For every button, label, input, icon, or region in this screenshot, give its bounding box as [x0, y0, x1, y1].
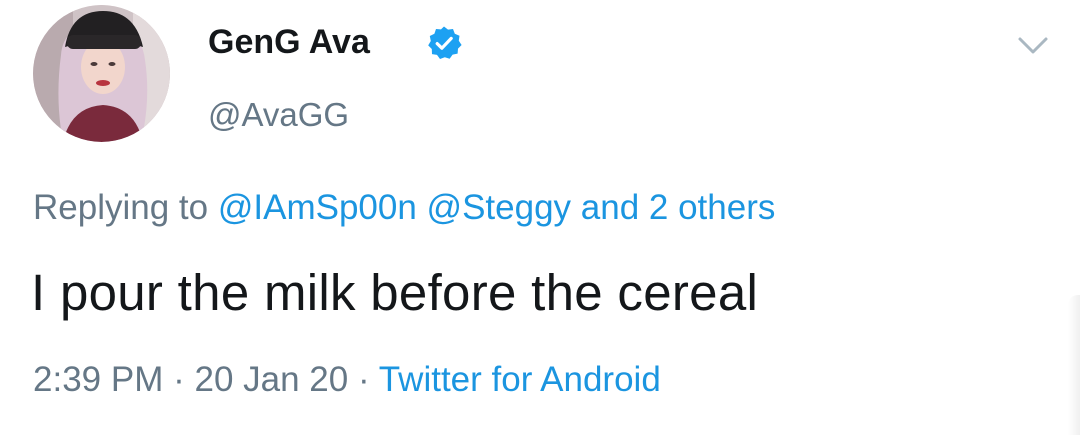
avatar-photo: [33, 5, 170, 142]
tweet-time[interactable]: 2:39 PM: [33, 360, 163, 399]
tweet-source-link[interactable]: Twitter for Android: [379, 360, 661, 399]
mention-link-2[interactable]: @Steggy: [427, 188, 572, 227]
reply-context: Replying to @IAmSp00n @Steggy and 2 othe…: [33, 185, 775, 231]
meta-separator: ·: [357, 360, 370, 399]
others-link[interactable]: and 2 others: [581, 188, 776, 227]
tweet-meta: 2:39 PM · 20 Jan 20 · Twitter for Androi…: [33, 357, 661, 403]
avatar[interactable]: [33, 5, 170, 142]
reply-prefix: Replying to: [33, 188, 209, 227]
chevron-down-icon[interactable]: [1015, 34, 1051, 58]
display-name[interactable]: GenG Ava: [208, 20, 370, 64]
mention-link-1[interactable]: @IAmSp00n: [218, 188, 417, 227]
meta-separator: ·: [173, 360, 185, 399]
tweet-date[interactable]: 20 Jan 20: [194, 360, 348, 399]
edge-shadow: [1068, 295, 1080, 435]
tweet-text: I pour the milk before the cereal: [31, 264, 759, 321]
verified-badge-icon: [428, 26, 462, 59]
user-handle[interactable]: @AvaGG: [208, 93, 349, 137]
tweet-card: GenG Ava @AvaGG Replying to @IAmSp00n @S…: [0, 0, 1080, 435]
